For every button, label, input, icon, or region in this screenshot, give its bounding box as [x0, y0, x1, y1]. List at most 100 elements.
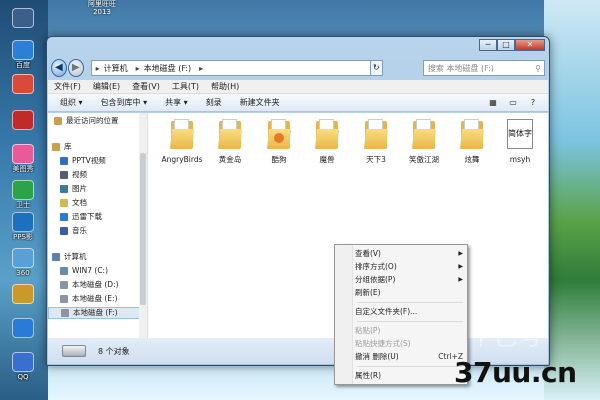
folder-icon: [217, 119, 243, 149]
sidebar-item[interactable]: 视频: [48, 169, 140, 181]
menu-file[interactable]: 文件(F): [54, 81, 81, 92]
sidebar-item[interactable]: 音乐: [48, 225, 140, 237]
menu-separator: [357, 366, 463, 367]
burn-button[interactable]: 刻录: [206, 97, 222, 108]
context-menu-item[interactable]: 分组依据(P) ▶: [355, 274, 463, 286]
sidebar-scrollbar[interactable]: [139, 113, 147, 341]
app-icon: [12, 74, 34, 94]
desktop-icon[interactable]: [2, 74, 44, 95]
preview-pane-icon[interactable]: ▭: [506, 97, 520, 109]
context-menu-item[interactable]: 属性(R): [355, 370, 463, 382]
context-menu-item[interactable]: 自定义文件夹(F)...: [355, 306, 463, 318]
folder-icon: [411, 119, 437, 149]
desktop-icon[interactable]: [2, 284, 44, 305]
sidebar-item[interactable]: 最近访问的位置: [48, 115, 140, 127]
search-placeholder: 搜索 本地磁盘 (F:): [427, 63, 494, 73]
file-item[interactable]: 笑傲江湖: [402, 119, 446, 164]
context-menu-label: 属性(R): [355, 371, 382, 380]
sidebar-item[interactable]: 本地磁盘 (E:): [48, 293, 140, 305]
context-menu-item[interactable]: 粘贴快捷方式(S): [355, 338, 463, 350]
context-menu-label: 排序方式(O): [355, 262, 397, 271]
menu-edit[interactable]: 编辑(E): [93, 81, 120, 92]
app-icon: [12, 40, 34, 60]
file-item[interactable]: 炫舞: [450, 119, 494, 164]
content-area: 本地磁盘 (F:) 本地磁盘 (E:) 本地磁盘 (D:) WIN7 (C:) 计算机 音…: [48, 113, 548, 341]
desktop-icon[interactable]: 360: [2, 248, 44, 277]
forward-button[interactable]: ▶: [67, 59, 84, 77]
scrollbar-thumb[interactable]: [140, 153, 146, 305]
search-input[interactable]: 搜索 本地磁盘 (F:) ⚲: [422, 60, 545, 76]
sidebar-item-icon: [60, 199, 68, 207]
desktop-icon[interactable]: [2, 8, 44, 29]
status-object-count: 8 个对象: [98, 346, 130, 356]
desktop-icon[interactable]: 卫士: [2, 180, 44, 209]
desktop-icon[interactable]: 美图秀: [2, 144, 44, 173]
refresh-button[interactable]: ↻: [370, 60, 383, 76]
context-menu-item[interactable]: 查看(V) ▶: [355, 248, 463, 260]
sidebar-item[interactable]: 文档: [48, 197, 140, 209]
drive-icon: [62, 345, 86, 357]
desktop-icon-label: PPS影: [13, 233, 33, 241]
sidebar-item[interactable]: 本地磁盘 (F:): [48, 307, 140, 319]
app-icon: [12, 144, 34, 164]
file-name: 酷狗: [271, 155, 287, 164]
desktop-icon[interactable]: QQ: [2, 352, 44, 381]
sidebar-item[interactable]: 计算机: [48, 251, 140, 263]
menu-separator: [357, 302, 463, 303]
address-bar[interactable]: ▸ 计算机 ▸ 本地磁盘 (F:) ▸: [90, 60, 371, 76]
view-controls: ▦ ▭ ?: [480, 97, 540, 109]
file-item[interactable]: 天下3: [354, 119, 398, 164]
sidebar-item[interactable]: 迅雷下载: [48, 211, 140, 223]
context-menu-label: 查看(V): [355, 249, 381, 258]
share-button[interactable]: 共享 ▾: [165, 97, 188, 108]
watermark-faint: 十巴号: [470, 326, 546, 351]
back-button[interactable]: ◀: [51, 59, 67, 77]
file-item[interactable]: 简体字 msyh: [498, 119, 542, 164]
include-in-library-button[interactable]: 包含到库中 ▾: [101, 97, 148, 108]
organize-button[interactable]: 组织 ▾: [60, 97, 83, 108]
sidebar-item[interactable]: 本地磁盘 (D:): [48, 279, 140, 291]
file-item[interactable]: 酷狗: [257, 119, 301, 164]
breadcrumb-separator-icon: ▸: [199, 63, 204, 73]
breadcrumb-drive-f[interactable]: 本地磁盘 (F:): [144, 63, 191, 74]
menu-tools[interactable]: 工具(T): [172, 81, 199, 92]
desktop-icon[interactable]: 百度: [2, 40, 44, 69]
sidebar-item-label: WIN7 (C:): [72, 266, 109, 275]
app-icon: [12, 212, 34, 232]
desktop-icon-label: 百度: [16, 61, 30, 69]
file-item[interactable]: 黄金岛: [208, 119, 252, 164]
context-menu-item[interactable]: 刷新(E): [355, 287, 463, 299]
desktop-icon[interactable]: PPS影: [2, 212, 44, 241]
sidebar-item[interactable]: 图片: [48, 183, 140, 195]
close-button[interactable]: ✕: [515, 39, 545, 51]
new-folder-button[interactable]: 新建文件夹: [240, 97, 280, 108]
submenu-arrow-icon: ▶: [458, 263, 463, 270]
menu-view[interactable]: 查看(V): [132, 81, 160, 92]
help-icon[interactable]: ?: [526, 97, 540, 109]
menu-separator: [357, 321, 463, 322]
watermark: 37uu.cn: [454, 356, 577, 389]
context-menu-item[interactable]: 排序方式(O) ▶: [355, 261, 463, 273]
file-name: 天下3: [366, 155, 386, 164]
context-menu-label: 撤消 删除(U): [355, 352, 399, 361]
desktop-icon[interactable]: [2, 110, 44, 131]
sidebar-item[interactable]: PPTV视频: [48, 155, 140, 167]
sidebar-item-icon: [60, 213, 68, 221]
desktop-icon-label: 美图秀: [12, 165, 34, 173]
sidebar-item-icon: [52, 253, 60, 261]
maximize-button[interactable]: □: [497, 39, 515, 51]
sidebar-item-icon: [61, 309, 69, 317]
sidebar-item[interactable]: WIN7 (C:): [48, 265, 140, 277]
menu-help[interactable]: 帮助(H): [211, 81, 239, 92]
breadcrumb-computer[interactable]: 计算机: [104, 63, 128, 74]
context-menu-item[interactable]: 粘贴(P): [355, 325, 463, 337]
desktop-icon[interactable]: [2, 318, 44, 339]
file-item[interactable]: AngryBirds: [160, 119, 204, 164]
sidebar-item[interactable]: 库: [48, 141, 140, 153]
desktop-icon-aliwangwang[interactable]: 阿里旺旺 2013: [82, 0, 122, 16]
file-item[interactable]: 魔兽: [305, 119, 349, 164]
change-view-icon[interactable]: ▦: [486, 97, 500, 109]
sidebar-item-label: 文档: [72, 198, 87, 207]
context-menu-item[interactable]: 撤消 删除(U) Ctrl+Z: [355, 351, 463, 363]
minimize-button[interactable]: ─: [479, 39, 497, 51]
